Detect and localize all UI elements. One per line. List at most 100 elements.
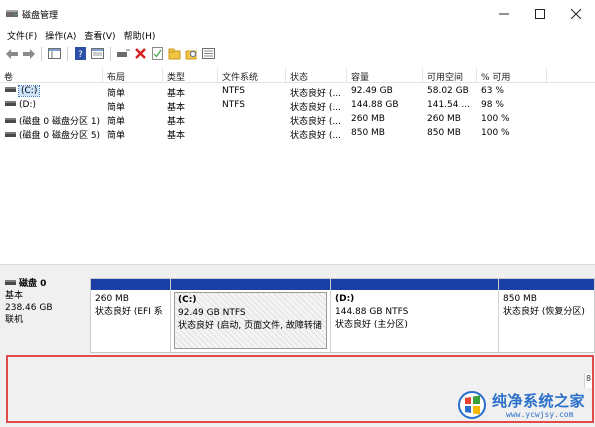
volume-filesystem (219, 113, 286, 126)
volume-type: 基本 (167, 131, 186, 140)
help-button[interactable]: ? (73, 46, 88, 61)
console-tree-button[interactable] (47, 46, 62, 61)
checked-document-icon (152, 47, 163, 60)
minimize-button[interactable] (486, 0, 522, 27)
search-folder-button[interactable] (184, 46, 199, 61)
partition-header-bar (499, 279, 594, 290)
menu-help[interactable]: 帮助(H) (121, 27, 161, 43)
disk-0-size: 238.46 GB (5, 303, 53, 313)
partition-c[interactable]: (C:) 92.49 GB NTFS 状态良好 (启动, 页面文件, 故障转储 (171, 279, 331, 352)
volume-name-cell: (C:) (2, 85, 103, 98)
partition-size: 144.88 GB NTFS (335, 307, 409, 317)
partition-efi[interactable]: 260 MB 状态良好 (EFI 系 (91, 279, 171, 352)
menu-action[interactable]: 操作(A) (42, 27, 81, 43)
list-view-button[interactable] (201, 46, 216, 61)
menu-bar: 文件(F) 操作(A) 查看(V) 帮助(H) (0, 27, 595, 43)
volume-disk-icon (5, 132, 16, 137)
watermark-title: 纯净系统之家 (492, 392, 586, 410)
console-tree-icon (48, 48, 61, 59)
volume-row[interactable]: (C:) 简单 基本 NTFS 状态良好 (... 92.49 GB 58.02… (0, 85, 595, 98)
menu-view[interactable]: 查看(V) (81, 27, 120, 43)
site-watermark: 纯净系统之家 www.ycwjsy.com (452, 386, 594, 424)
column-header-volume[interactable]: 卷 (0, 68, 103, 83)
volume-capacity: 850 MB (351, 128, 385, 138)
column-header-layout[interactable]: 布局 (103, 68, 163, 83)
disk-0-name-line: 磁盘 0 (5, 278, 89, 290)
column-header-free-space[interactable]: 可用空间 (423, 68, 477, 83)
partition-header-bar (171, 279, 330, 290)
volume-row[interactable]: (磁盘 0 磁盘分区 5) 简单 基本 状态良好 (... 850 MB 850… (0, 127, 595, 140)
volume-name: (C:) (17, 85, 41, 97)
volume-filesystem: NTFS (222, 100, 245, 110)
maximize-icon (535, 8, 545, 19)
disk-icon (5, 280, 16, 285)
partition-size: 850 MB (503, 294, 537, 304)
partition-d-body: (D:) 144.88 GB NTFS 状态良好 (主分区) (335, 293, 495, 332)
minimize-icon (499, 13, 509, 14)
folder-search-icon (185, 50, 197, 59)
volume-layout: 简单 (107, 89, 126, 98)
partition-recovery[interactable]: 850 MB 状态良好 (恢复分区) (499, 279, 594, 352)
toolbar-separator (67, 46, 68, 61)
partition-status: 状态良好 (启动, 页面文件, 故障转储 (178, 321, 322, 331)
volume-capacity: 144.88 GB (351, 100, 399, 110)
volume-name: (磁盘 0 磁盘分区 5) (19, 131, 101, 140)
volume-name: (D:) (19, 100, 36, 110)
connect-drive-button[interactable] (116, 46, 131, 61)
volume-name-cell: (D:) (2, 99, 103, 112)
volume-status: 状态良好 (... (290, 131, 341, 140)
maximize-button[interactable] (522, 0, 558, 27)
column-header-type[interactable]: 类型 (163, 68, 218, 83)
partition-status: 状态良好 (EFI 系 (95, 307, 163, 317)
back-arrow-icon (5, 48, 18, 59)
column-header-status[interactable]: 状态 (286, 68, 347, 83)
volume-filesystem: NTFS (222, 86, 245, 96)
volume-disk-icon (5, 101, 16, 106)
partition-header-bar (91, 279, 170, 290)
volume-percent-free: 63 % (481, 86, 504, 96)
svg-text:?: ? (78, 50, 83, 60)
volume-type: 基本 (167, 117, 186, 126)
column-header-filesystem[interactable]: 文件系统 (218, 68, 286, 83)
partition-size: 92.49 GB NTFS (178, 308, 246, 318)
disk-management-window: 磁盘管理 文件(F) 操作(A) 查看(V) 帮助(H) ? 卷 布局 类型 文… (0, 0, 595, 427)
back-button[interactable] (4, 46, 19, 61)
volume-name-cell: (磁盘 0 磁盘分区 5) (2, 127, 103, 140)
window-title: 磁盘管理 (22, 11, 59, 21)
partition-size: 260 MB (95, 294, 129, 304)
drive-connect-icon (117, 49, 130, 57)
watermark-logo-icon (458, 391, 486, 419)
partition-status: 状态良好 (主分区) (335, 320, 408, 330)
volume-name-cell: (磁盘 0 磁盘分区 1) (2, 113, 103, 126)
delete-x-icon (135, 48, 146, 59)
volume-percent-free: 100 % (481, 114, 510, 124)
menu-file[interactable]: 文件(F) (4, 27, 42, 43)
disk-0-name: 磁盘 0 (19, 279, 47, 289)
volume-disk-icon (5, 118, 16, 123)
column-header-percent-free[interactable]: % 可用 (477, 68, 547, 83)
partition-d[interactable]: (D:) 144.88 GB NTFS 状态良好 (主分区) (331, 279, 499, 352)
partition-efi-body: 260 MB 状态良好 (EFI 系 (95, 293, 167, 319)
volume-layout: 简单 (107, 131, 126, 140)
delete-button[interactable] (133, 46, 148, 61)
toolbar-separator (41, 46, 42, 61)
check-button[interactable] (150, 46, 165, 61)
properties-pane-icon (91, 48, 104, 59)
disk-0-info[interactable]: 磁盘 0 基本 238.46 GB 联机 (5, 278, 89, 346)
open-folder-button[interactable] (167, 46, 182, 61)
forward-button[interactable] (21, 46, 36, 61)
volume-row[interactable]: (磁盘 0 磁盘分区 1) 简单 基本 状态良好 (... 260 MB 260… (0, 113, 595, 126)
disk-management-app-icon (6, 10, 18, 17)
close-button[interactable] (558, 0, 594, 27)
column-header-capacity[interactable]: 容量 (347, 68, 423, 83)
volume-name: (磁盘 0 磁盘分区 1) (19, 117, 101, 126)
volume-row[interactable]: (D:) 简单 基本 NTFS 状态良好 (... 144.88 GB 141.… (0, 99, 595, 112)
volume-status: 状态良好 (... (290, 89, 341, 98)
partition-name: (C:) (178, 295, 197, 305)
volume-status: 状态良好 (... (290, 103, 341, 112)
properties-pane-button[interactable] (90, 46, 105, 61)
volume-disk-icon (5, 87, 16, 92)
toolbar: ? (0, 43, 595, 64)
partition-header-bar (331, 279, 498, 290)
disk-0-partition-strip: 260 MB 状态良好 (EFI 系 (C:) 92.49 GB NTFS 状态… (90, 278, 595, 353)
